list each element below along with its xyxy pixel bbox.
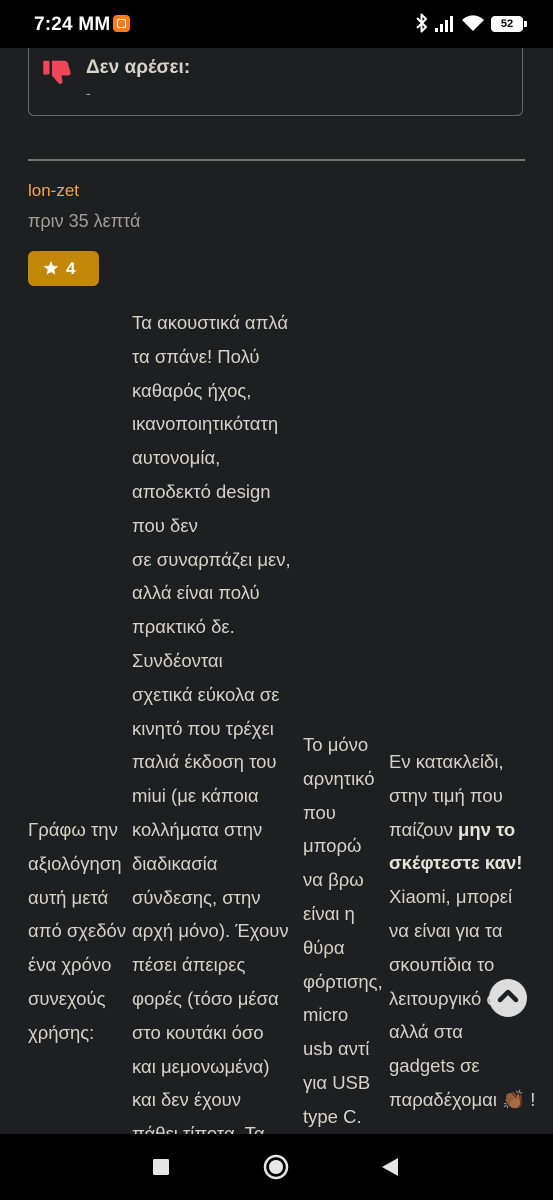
review-column-2: Τα ακουστικά απλά τα σπάνε! Πολύ καθαρός… <box>132 306 291 1134</box>
bluetooth-icon <box>416 13 427 33</box>
review-line: αλλά είναι πολύ <box>132 582 260 604</box>
dislike-value: - <box>86 85 91 101</box>
review-line: Το μόνο <box>303 734 369 755</box>
review-line: σε συναρπάζει μεν, <box>132 548 291 570</box>
review-line: Εν κατακλείδι, <box>389 751 504 772</box>
review-line: να είναι για τα <box>389 919 503 941</box>
battery-icon: 52 <box>491 16 523 32</box>
review-line: ένα χρόνο <box>28 954 112 976</box>
review-emphasis: μην το <box>458 818 516 840</box>
star-icon <box>43 261 59 275</box>
back-button[interactable] <box>359 1134 419 1200</box>
review-line: παραδέχομαι 👏🏾 ! <box>389 1088 536 1110</box>
review-line: πρακτικό δε. <box>132 616 235 638</box>
review-line: στην τιμή που <box>389 784 503 806</box>
review-line: και δεν έχουν <box>132 1089 242 1111</box>
review-line: Γράφω την <box>28 819 118 840</box>
review-timestamp: πριν 35 λεπτά <box>28 211 141 231</box>
review-line: σχετικά εύκολα σε <box>132 683 280 705</box>
review-line-text: παίζουν <box>389 818 453 840</box>
review-author[interactable]: lon-zet <box>28 181 79 201</box>
review-line: αξιολόγηση <box>28 852 122 874</box>
review-column-1: Γράφω την αξιολόγηση αυτή μετά από σχεδό… <box>28 813 126 1050</box>
chevron-up-icon <box>497 989 519 1003</box>
review-line: σύνδεσης, στην <box>132 886 261 908</box>
review-line: είναι η <box>303 902 355 924</box>
cell-signal-icon <box>435 16 453 32</box>
rating-badge: 4 <box>28 251 99 286</box>
review-line: χρήσης: <box>28 1021 95 1043</box>
review-column-4: Εν κατακλείδι, στην τιμή που παίζουν μην… <box>389 745 535 1117</box>
review-line: αρχή μόνο). Έχουν <box>132 920 289 942</box>
review-line: πάθει τίποτα. Τα <box>132 1123 265 1134</box>
battery-level: 52 <box>500 18 514 30</box>
review-line: usb αντί <box>303 1038 370 1060</box>
review-line: για USB <box>303 1071 371 1093</box>
home-button[interactable] <box>246 1134 306 1200</box>
review-line: τα σπάνε! Πολύ <box>132 345 260 367</box>
review-line: σκέφτεστε καν! <box>389 846 535 880</box>
recents-button[interactable] <box>131 1134 191 1200</box>
review-line: Τα ακουστικά απλά <box>132 312 289 333</box>
dislike-label: Δεν αρέσει: <box>86 57 191 78</box>
app-notification-icon <box>113 15 130 32</box>
status-time: 7:24 MM <box>34 14 111 35</box>
review-line: micro <box>303 1004 349 1026</box>
battery-tip <box>524 21 527 27</box>
review-column-3: Το μόνο αρνητικό που μπορώ να βρω είναι … <box>303 728 383 1134</box>
review-line: αρνητικό <box>303 767 375 789</box>
review-line: και μεμονωμένα) <box>132 1055 270 1077</box>
review-line: type C. <box>303 1105 362 1127</box>
review-line: από σχεδόν <box>28 920 127 942</box>
triangle-back-icon <box>382 1158 398 1176</box>
review-line: ικανοποιητικότατη <box>132 413 279 435</box>
review-line: κινητό που τρέχει <box>132 717 274 739</box>
circle-icon <box>263 1154 289 1180</box>
review-line: αυτή μετά <box>28 886 109 908</box>
review-line: παίζουν μην το <box>389 813 535 847</box>
review-line: θύρα <box>303 936 345 958</box>
review-line: να βρω <box>303 869 364 891</box>
review-line: διαδικασία <box>132 852 218 874</box>
rating-value: 4 <box>66 259 76 278</box>
review-line: παλιά έκδοση του <box>132 751 277 773</box>
status-bar: 7:24 MM 52 <box>0 0 553 48</box>
review-line: αλλά στα <box>389 1021 463 1043</box>
review-line: αυτονομία, <box>132 447 221 469</box>
review-line: καθαρός ήχος, <box>132 379 252 401</box>
square-icon <box>153 1159 169 1175</box>
previous-review-card: Δεν αρέσει: - <box>28 48 523 116</box>
review-line: Συνδέονται <box>132 649 223 671</box>
review-line: που δεν <box>132 514 198 536</box>
review-line: gadgets σε <box>389 1055 480 1077</box>
review-divider <box>28 159 525 161</box>
wifi-icon <box>462 15 484 31</box>
review-list[interactable]: Δεν αρέσει: - lon-zet πριν 35 λεπτά 4 Γρ… <box>0 48 553 1134</box>
review-line: που <box>303 801 336 823</box>
review-emphasis: σκέφτεστε καν! <box>389 852 523 874</box>
review-line: αποδεκτό design <box>132 480 271 502</box>
review-line: κολλήματα στην <box>132 818 263 840</box>
review-line: συνεχούς <box>28 987 106 1009</box>
review-line: πέσει άπειρες <box>132 954 246 976</box>
thumbs-down-icon <box>43 60 71 84</box>
review-line: φορές (τόσο μέσα <box>132 987 279 1009</box>
review-line: Xiaomi, μπορεί <box>389 886 513 908</box>
navigation-bar <box>0 1134 553 1200</box>
review-line: φόρτισης, <box>303 970 383 992</box>
review-line: miui (με κάποια <box>132 785 259 807</box>
scroll-to-top-button[interactable] <box>489 979 527 1017</box>
review-line: στο κουτάκι όσο <box>132 1021 264 1043</box>
review-line: μπορώ <box>303 835 362 857</box>
review-line: σκουπίδια το <box>389 953 495 975</box>
